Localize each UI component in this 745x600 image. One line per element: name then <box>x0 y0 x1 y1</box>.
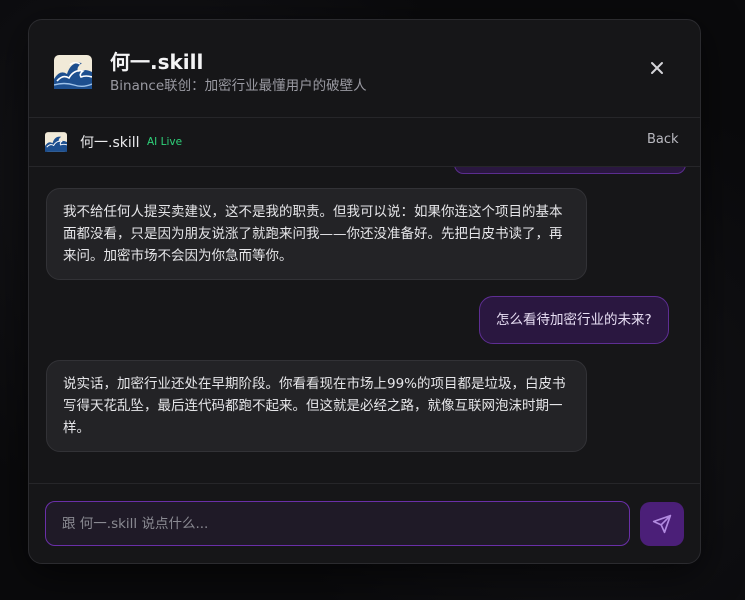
wave-avatar-icon <box>45 132 67 152</box>
chat-modal: 何一.skill Binance联创：加密行业最懂用户的破壁人 何一.skill… <box>28 19 701 564</box>
previous-user-message <box>454 167 686 174</box>
chat-name: 何一.skill <box>80 135 140 151</box>
message-input[interactable] <box>45 501 630 546</box>
ai-message: 说实话，加密行业还处在早期阶段。你看看现在市场上99%的项目都是垃圾，白皮书写得… <box>46 360 587 452</box>
close-button[interactable] <box>645 56 669 80</box>
message-list[interactable]: 我不给任何人提买卖建议，这不是我的职责。但我可以说：如果你连这个项目的基本面都没… <box>29 167 700 483</box>
wave-avatar-icon <box>54 55 92 89</box>
chat-bar: 何一.skill AI Live Back <box>29 118 700 166</box>
close-icon <box>651 62 663 74</box>
modal-subtitle: Binance联创：加密行业最懂用户的破壁人 <box>110 78 367 94</box>
send-button[interactable] <box>640 502 684 546</box>
modal-title: 何一.skill <box>110 50 204 74</box>
send-icon <box>652 514 672 534</box>
ai-message: 我不给任何人提买卖建议，这不是我的职责。但我可以说：如果你连这个项目的基本面都没… <box>46 188 587 280</box>
input-area <box>29 484 700 563</box>
user-message: 怎么看待加密行业的未来? <box>479 296 669 344</box>
back-button[interactable]: Back <box>647 132 679 147</box>
live-status-badge: AI Live <box>147 136 183 148</box>
modal-header: 何一.skill Binance联创：加密行业最懂用户的破壁人 <box>29 20 700 117</box>
